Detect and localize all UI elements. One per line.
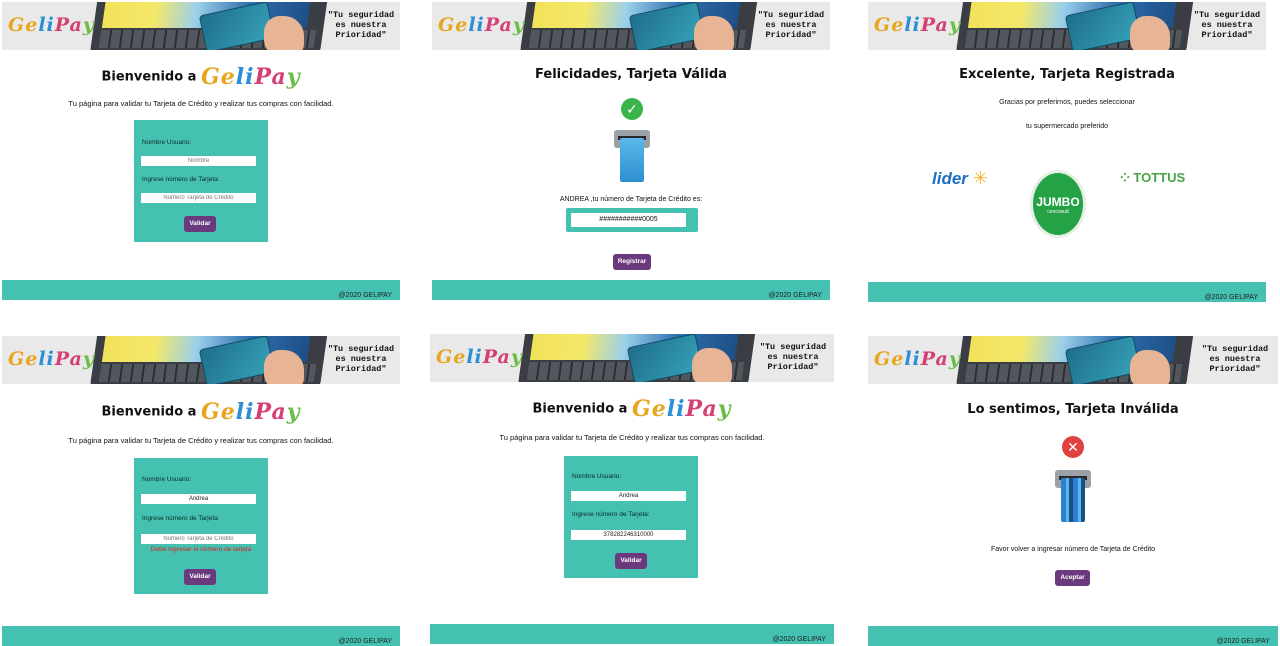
- invalid-message: Favor volver a ingresar número de Tarjet…: [990, 546, 1156, 553]
- store-jumbo-logo[interactable]: JUMBO cencosud: [1030, 170, 1086, 238]
- masked-number-box: ###########0005: [566, 208, 698, 232]
- page-title: Lo sentimos, Tarjeta Inválida: [967, 402, 1179, 417]
- page-title: Felicidades, Tarjeta Válida: [535, 67, 727, 82]
- card-label: Ingrese número de Tarjeta:: [142, 515, 220, 522]
- masked-card-number: ###########0005: [571, 213, 686, 227]
- banner: GeliPay "Tu seguridad es nuestra Priorid…: [868, 2, 1266, 50]
- page-title: Bienvenido a GeliPay: [532, 396, 732, 422]
- footer: @2020 GELIPAY: [868, 282, 1266, 302]
- title-logo: GeliPay: [200, 399, 301, 425]
- store-lider-logo[interactable]: lider ✳: [932, 168, 988, 189]
- footer: @2020 GELIPAY: [868, 626, 1278, 646]
- panel-card-registered: GeliPay "Tu seguridad es nuestra Priorid…: [868, 2, 1266, 312]
- subtitle: Tu página para validar tu Tarjeta de Cré…: [68, 99, 334, 108]
- footer: @2020 GELIPAY: [432, 280, 830, 300]
- login-form: Nombre Usuario: Ingrese número de Tarjet…: [564, 456, 698, 578]
- page-title: Excelente, Tarjeta Registrada: [959, 67, 1175, 82]
- subtitle: Tu página para validar tu Tarjeta de Cré…: [68, 436, 334, 445]
- banner: GeliPay "Tu seguridad es nuestra Priorid…: [2, 2, 400, 50]
- validate-button[interactable]: Validar: [184, 216, 216, 232]
- panel-invalid-card: GeliPay "Tu seguridad es nuestra Priorid…: [868, 336, 1278, 646]
- card-label: Ingrese número de Tarjeta:: [572, 511, 650, 518]
- error-message: Debe ingresar el número de tarjeta: [150, 546, 252, 553]
- thanks-line-2: tu supermercado preferido: [1025, 123, 1109, 130]
- gelipay-logo: GeliPay: [436, 346, 523, 368]
- slogan: "Tu seguridad es nuestra Prioridad": [327, 344, 395, 374]
- error-x-icon: ✕: [1062, 436, 1084, 458]
- slogan: "Tu seguridad es nuestra Prioridad": [1201, 344, 1269, 374]
- banner: GeliPay "Tu seguridad es nuestra Priorid…: [432, 2, 830, 50]
- gelipay-logo: GeliPay: [438, 14, 525, 36]
- banner: GeliPay "Tu seguridad es nuestra Priorid…: [2, 336, 400, 384]
- thanks-line-1: Gracias por preferirnos, puedes seleccio…: [999, 99, 1135, 106]
- username-label: Nombre Usuario:: [142, 139, 192, 146]
- login-form: Nombre Usuario: Ingrese número de Tarjet…: [134, 120, 268, 242]
- subtitle: Tu página para validar tu Tarjeta de Cré…: [499, 433, 765, 442]
- username-label: Nombre Usuario:: [142, 476, 192, 483]
- card-label: Ingrese número de Tarjeta:: [142, 176, 220, 183]
- username-input[interactable]: [141, 494, 256, 504]
- panel-welcome-filled: GeliPay "Tu seguridad es nuestra Priorid…: [430, 334, 834, 644]
- card-number-input[interactable]: [141, 193, 256, 203]
- atm-card-icon: [614, 130, 650, 182]
- dots-icon: ⁘: [1120, 171, 1134, 185]
- slogan: "Tu seguridad es nuestra Prioridad": [759, 342, 827, 372]
- validate-button[interactable]: Validar: [615, 553, 647, 569]
- atm-card-icon: [1055, 470, 1091, 522]
- slogan: "Tu seguridad es nuestra Prioridad": [327, 10, 395, 40]
- validate-button[interactable]: Validar: [184, 569, 216, 585]
- panel-welcome: GeliPay "Tu seguridad es nuestra Priorid…: [2, 2, 400, 312]
- card-number-input[interactable]: [571, 530, 686, 540]
- footer: @2020 GELIPAY: [2, 626, 400, 646]
- accept-button[interactable]: Aceptar: [1055, 570, 1090, 586]
- register-button[interactable]: Registrar: [613, 254, 651, 270]
- panel-welcome-error: GeliPay "Tu seguridad es nuestra Priorid…: [2, 336, 400, 646]
- title-logo: GeliPay: [631, 396, 732, 422]
- gelipay-logo: GeliPay: [874, 348, 961, 370]
- banner: GeliPay "Tu seguridad es nuestra Priorid…: [868, 336, 1278, 384]
- gelipay-logo: GeliPay: [8, 14, 95, 36]
- slogan: "Tu seguridad es nuestra Prioridad": [757, 10, 825, 40]
- store-tottus-logo[interactable]: ⁘ TOTTUS: [1120, 170, 1185, 185]
- login-form: Nombre Usuario: Ingrese número de Tarjet…: [134, 458, 268, 594]
- gelipay-logo: GeliPay: [874, 14, 961, 36]
- valid-message: ANDREA ,tu número de Tarjeta de Crédito …: [559, 196, 703, 203]
- title-logo: GeliPay: [200, 64, 301, 90]
- sun-icon: ✳: [967, 168, 988, 188]
- card-number-input[interactable]: [141, 534, 256, 544]
- check-icon: ✓: [621, 98, 643, 120]
- gelipay-logo: GeliPay: [8, 348, 95, 370]
- panel-valid-card: GeliPay "Tu seguridad es nuestra Priorid…: [432, 2, 830, 312]
- banner: GeliPay "Tu seguridad es nuestra Priorid…: [430, 334, 834, 382]
- slogan: "Tu seguridad es nuestra Prioridad": [1193, 10, 1261, 40]
- page-title: Bienvenido a GeliPay: [101, 399, 301, 425]
- footer: @2020 GELIPAY: [430, 624, 834, 644]
- footer: @2020 GELIPAY: [2, 280, 400, 300]
- page-title: Bienvenido a GeliPay: [101, 64, 301, 90]
- username-input[interactable]: [141, 156, 256, 166]
- username-label: Nombre Usuario:: [572, 473, 622, 480]
- username-input[interactable]: [571, 491, 686, 501]
